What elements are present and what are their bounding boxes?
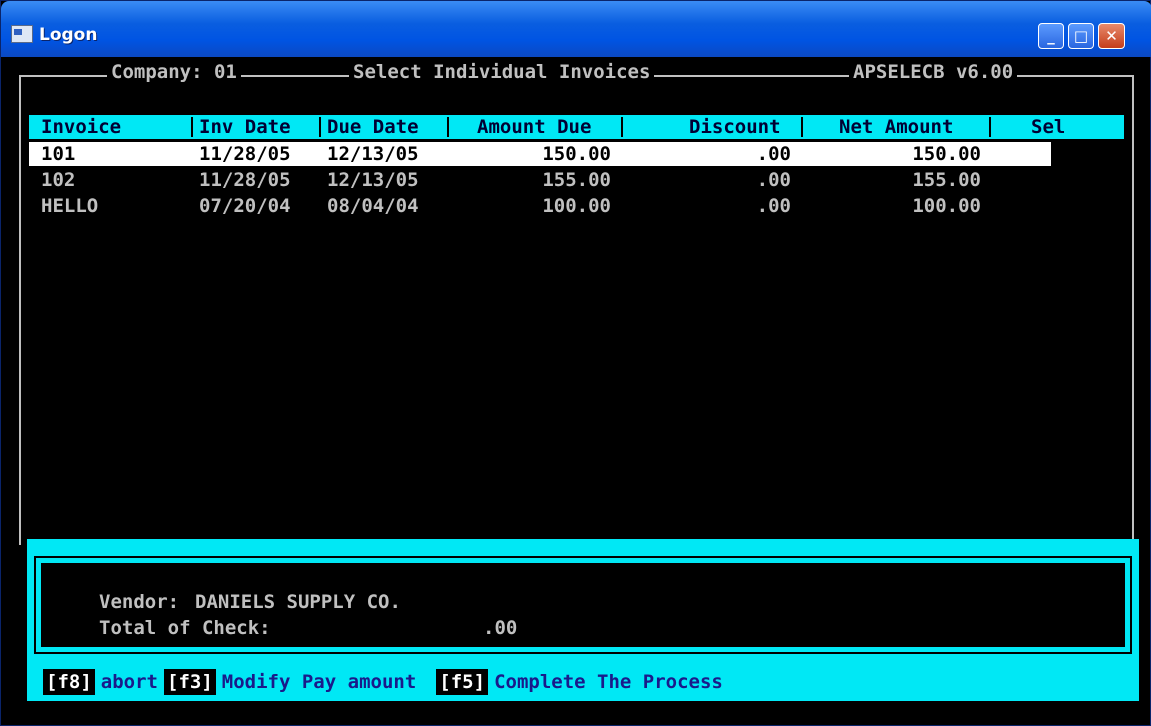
total-of-check-label: Total of Check: bbox=[99, 617, 271, 639]
column-header-due-date[interactable]: Due Date bbox=[327, 115, 419, 139]
net-amount-cell: 155.00 bbox=[912, 169, 981, 191]
amount-due-cell: 100.00 bbox=[542, 195, 611, 217]
terminal-window: Logon _ □ ✕ Company: 01 Select Individua… bbox=[0, 0, 1151, 726]
column-header-sel[interactable]: Sel bbox=[1031, 115, 1065, 139]
invoice-cell: HELLO bbox=[41, 195, 99, 217]
title-bar[interactable]: Logon _ □ ✕ bbox=[1, 1, 1151, 57]
window-title: Logon bbox=[39, 25, 98, 45]
inv-date-cell: 11/28/05 bbox=[199, 143, 291, 165]
close-button[interactable]: ✕ bbox=[1098, 23, 1125, 49]
left-frame-line bbox=[19, 75, 21, 545]
table-row[interactable]: 101 11/28/05 12/13/05 150.00 .00 150.00 bbox=[29, 142, 1051, 166]
f5-key[interactable]: [f5] bbox=[436, 669, 489, 695]
due-date-cell: 12/13/05 bbox=[327, 169, 419, 191]
column-divider bbox=[191, 117, 193, 137]
right-frame-line bbox=[1132, 75, 1134, 545]
program-version: APSELECB v6.00 bbox=[849, 61, 1018, 83]
f3-key[interactable]: [f3] bbox=[164, 669, 216, 695]
f8-key[interactable]: [f8] bbox=[43, 669, 95, 695]
abort-action[interactable]: abort bbox=[95, 669, 164, 695]
column-divider bbox=[621, 117, 623, 137]
total-of-check-value: .00 bbox=[483, 617, 518, 639]
discount-cell: .00 bbox=[756, 169, 791, 191]
screen-title: Select Individual Invoices bbox=[349, 61, 655, 83]
column-header-inv-date[interactable]: Inv Date bbox=[199, 115, 291, 139]
terminal-screen: Company: 01 Select Individual Invoices A… bbox=[9, 57, 1144, 719]
minimize-button[interactable]: _ bbox=[1038, 23, 1064, 49]
column-header-net-amount[interactable]: Net Amount bbox=[839, 115, 953, 139]
column-header-discount[interactable]: Discount bbox=[689, 115, 781, 139]
inv-date-cell: 07/20/04 bbox=[199, 195, 291, 217]
app-window-icon bbox=[11, 25, 33, 43]
vendor-label: Vendor: bbox=[99, 591, 180, 613]
modify-pay-amount-action[interactable]: Modify Pay amount bbox=[216, 669, 422, 695]
amount-due-cell: 155.00 bbox=[542, 169, 611, 191]
invoice-cell: 101 bbox=[41, 143, 76, 165]
column-divider bbox=[447, 117, 449, 137]
net-amount-cell: 150.00 bbox=[912, 143, 981, 165]
column-divider bbox=[989, 117, 991, 137]
function-key-bar: [f8] abort [f3] Modify Pay amount [f5] Comple… bbox=[43, 669, 729, 695]
table-row[interactable]: HELLO 07/20/04 08/04/04 100.00 .00 100.0… bbox=[29, 194, 1051, 218]
invoice-cell: 102 bbox=[41, 169, 76, 191]
inv-date-cell: 11/28/05 bbox=[199, 169, 291, 191]
column-header-invoice[interactable]: Invoice bbox=[41, 115, 121, 139]
discount-cell: .00 bbox=[756, 143, 791, 165]
vendor-name: DANIELS SUPPLY CO. bbox=[195, 591, 401, 613]
vendor-summary-box: Vendor: DANIELS SUPPLY CO. Total of Chec… bbox=[34, 556, 1132, 654]
column-header-amount-due[interactable]: Amount Due bbox=[477, 115, 591, 139]
summary-panel: Vendor: DANIELS SUPPLY CO. Total of Chec… bbox=[27, 539, 1139, 701]
table-row[interactable]: 102 11/28/05 12/13/05 155.00 .00 155.00 bbox=[29, 168, 1051, 192]
complete-process-action[interactable]: Complete The Process bbox=[488, 669, 729, 695]
column-divider bbox=[801, 117, 803, 137]
amount-due-cell: 150.00 bbox=[542, 143, 611, 165]
column-divider bbox=[319, 117, 321, 137]
discount-cell: .00 bbox=[756, 195, 791, 217]
due-date-cell: 12/13/05 bbox=[327, 143, 419, 165]
due-date-cell: 08/04/04 bbox=[327, 195, 419, 217]
company-label: Company: 01 bbox=[107, 61, 241, 83]
maximize-button[interactable]: □ bbox=[1068, 23, 1094, 49]
column-header-bar: Invoice Inv Date Due Date Amount Due Dis… bbox=[29, 115, 1124, 139]
net-amount-cell: 100.00 bbox=[912, 195, 981, 217]
